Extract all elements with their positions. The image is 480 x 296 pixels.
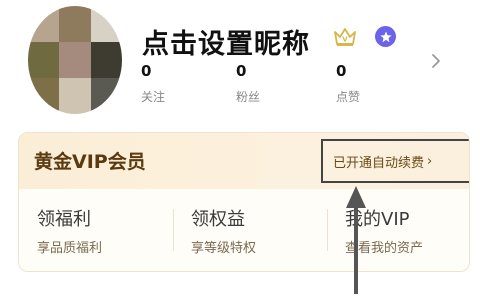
stat-likes[interactable]: 0 点赞 [336,62,360,105]
vip-header: 黄金VIP会员 已开通自动续费 › [19,133,469,189]
vip-title: 黄金VIP会员 [34,151,146,173]
avatar-tile [28,42,60,78]
avatar-tile [59,42,91,78]
stat-label: 关注 [141,90,166,104]
chevron-right-icon: › [427,153,433,169]
stat-fans[interactable]: 0 粉丝 [236,62,260,105]
svg-text:V: V [342,36,348,44]
auto-renew-button[interactable]: 已开通自动续费 › [321,139,469,183]
feature-title: 领权益 [191,209,245,230]
stat-value: 0 [236,62,247,80]
stat-label: 点赞 [336,90,361,104]
star-icon [379,31,392,42]
nickname-label[interactable]: 点击设置昵称 [142,22,310,61]
annotation-arrow [346,186,366,294]
badge-icon[interactable] [375,26,396,47]
feature-privileges[interactable]: 领权益 享等级特权 [191,205,256,256]
feature-title: 领福利 [37,209,91,230]
avatar-tile [59,78,91,114]
crown-icon[interactable]: V [333,26,357,48]
stat-label: 粉丝 [236,90,261,104]
vip-features: 领福利 享品质福利 领权益 享等级特权 我的VIP 查看我的资产 [19,189,469,271]
avatar-tile [90,42,122,78]
avatar-tile [90,78,122,114]
stat-value: 0 [336,62,347,80]
divider [327,209,328,251]
avatar[interactable] [28,6,122,114]
stat-value: 0 [141,62,152,80]
avatar-tile [59,6,91,42]
avatar-tile [28,78,60,114]
stat-following[interactable]: 0 关注 [141,62,165,105]
feature-subtitle: 享等级特权 [191,241,257,256]
vip-card: 黄金VIP会员 已开通自动续费 › 领福利 享品质福利 领权益 享等级特权 我的… [18,132,470,272]
feature-subtitle: 享品质福利 [37,241,103,256]
feature-benefits[interactable]: 领福利 享品质福利 [37,205,102,256]
chevron-right-icon[interactable] [430,52,442,70]
divider [173,209,174,251]
avatar-tile [90,6,122,42]
avatar-tile [28,6,60,42]
auto-renew-label: 已开通自动续费 [333,155,425,171]
